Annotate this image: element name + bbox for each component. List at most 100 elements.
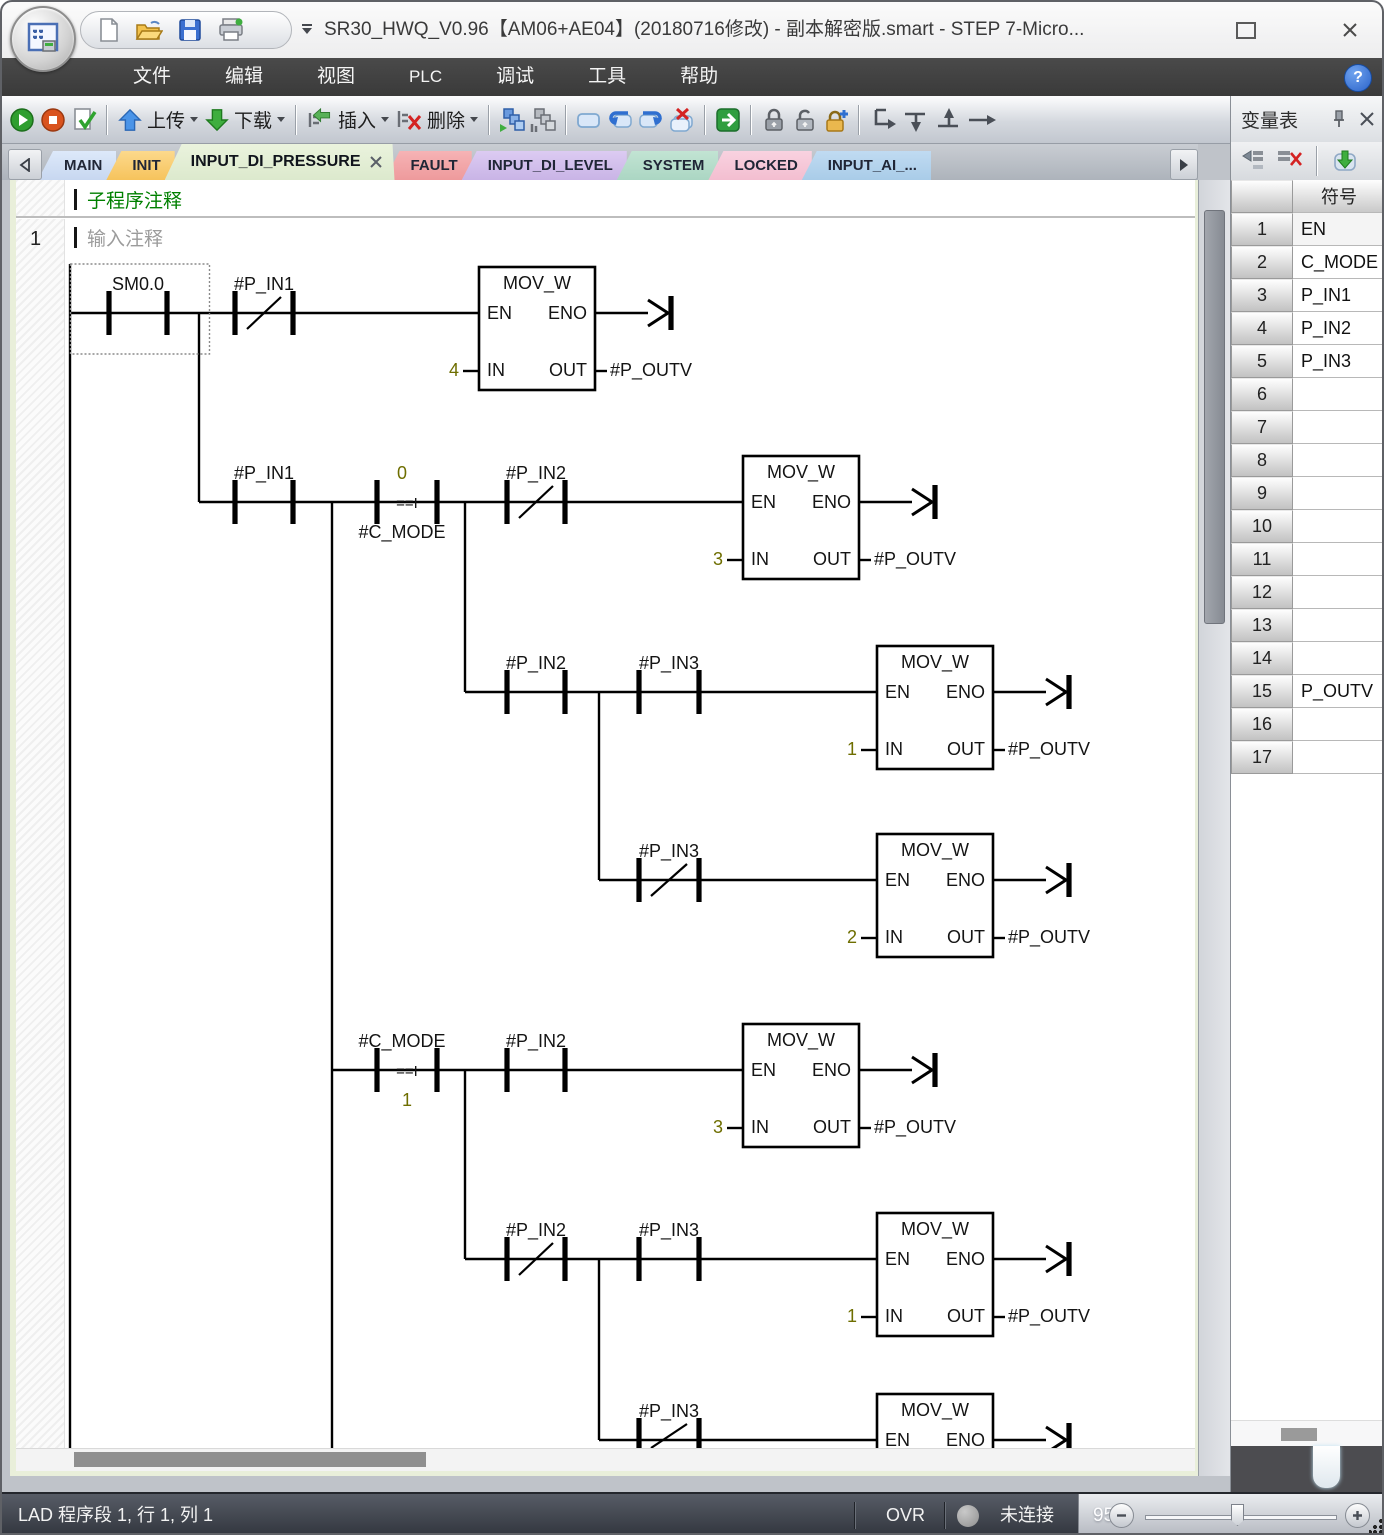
table-row[interactable]: 14 xyxy=(1231,642,1384,675)
bookmark-icon[interactable] xyxy=(575,106,603,134)
table-row[interactable]: 13 xyxy=(1231,609,1384,642)
symbol-cell[interactable] xyxy=(1293,510,1384,543)
zoom-out-button[interactable] xyxy=(1109,1503,1134,1528)
clear-bookmarks-icon[interactable] xyxy=(668,106,696,134)
table-row[interactable]: 17 xyxy=(1231,741,1384,774)
contact-sm0.0[interactable]: SM0.0 xyxy=(109,274,167,335)
symbol-cell[interactable]: C_MODE xyxy=(1293,246,1384,279)
table-row[interactable]: 4P_IN2 xyxy=(1231,312,1384,345)
symbol-cell[interactable] xyxy=(1293,708,1384,741)
tab-scroll-left-button[interactable] xyxy=(8,149,42,180)
pou-blocks-icon[interactable] xyxy=(498,106,526,134)
tab-input-ai[interactable]: INPUT_AI_... xyxy=(802,151,931,180)
tab-init[interactable]: INIT xyxy=(106,151,174,180)
goto-icon[interactable] xyxy=(714,106,742,134)
symbol-cell[interactable]: P_IN1 xyxy=(1293,279,1384,312)
contact-p-in2-no[interactable]: #P_IN2 xyxy=(506,653,566,714)
table-row[interactable]: 7 xyxy=(1231,411,1384,444)
prev-bookmark-icon[interactable] xyxy=(606,106,634,134)
table-row[interactable]: 12 xyxy=(1231,576,1384,609)
symbol-cell[interactable] xyxy=(1293,477,1384,510)
upload-button[interactable]: 上传 xyxy=(116,106,200,133)
mov-w-box[interactable]: MOV_W EN ENO IN OUT 1 #P_OUTV xyxy=(847,646,1090,769)
menu-debug[interactable]: 调试 xyxy=(469,58,561,96)
menu-tools[interactable]: 工具 xyxy=(561,58,653,96)
download-dropdown-icon[interactable] xyxy=(277,117,285,122)
symbol-cell[interactable] xyxy=(1293,642,1384,675)
stop-button[interactable] xyxy=(39,106,67,134)
subroutine-comment[interactable]: 子程序注释 xyxy=(74,186,182,213)
tab-locked[interactable]: LOCKED xyxy=(708,151,811,180)
help-icon[interactable]: ? xyxy=(1344,64,1372,92)
mov-w-box[interactable]: MOV_W EN ENO IN OUT 2 #P_OUTV xyxy=(847,834,1090,957)
tab-input-di-level[interactable]: INPUT_DI_LEVEL xyxy=(462,151,627,180)
menu-help[interactable]: 帮助 xyxy=(653,58,745,96)
menu-view[interactable]: 视图 xyxy=(290,58,382,96)
symbol-cell[interactable]: P_IN3 xyxy=(1293,345,1384,378)
panel-scroll-thumb[interactable] xyxy=(1281,1428,1317,1441)
tab-main[interactable]: MAIN xyxy=(38,151,116,180)
horizontal-scroll-thumb[interactable] xyxy=(74,1452,426,1467)
ladder-canvas[interactable]: 1 子程序注释 输入注释 xyxy=(16,180,1195,1448)
insert-row-icon[interactable] xyxy=(1239,148,1267,174)
table-row[interactable]: 11 xyxy=(1231,543,1384,576)
panel-slider-handle[interactable] xyxy=(1313,1446,1340,1488)
upload-dropdown-icon[interactable] xyxy=(190,117,198,122)
symbol-cell[interactable] xyxy=(1293,543,1384,576)
line-up-tool-icon[interactable] xyxy=(901,106,931,134)
symbol-cell[interactable] xyxy=(1293,576,1384,609)
line-left-tool-icon[interactable] xyxy=(934,106,964,134)
vertical-scroll-thumb[interactable] xyxy=(1204,210,1225,624)
delete-button[interactable]: 删除 xyxy=(394,106,480,133)
ladder-diagram[interactable]: SM0.0 #P_IN1 MOV_W EN ENO IN OUT xyxy=(64,252,1195,1448)
table-row[interactable]: 1EN xyxy=(1231,213,1384,246)
delete-dropdown-icon[interactable] xyxy=(470,117,478,122)
contact-p-in1-no[interactable]: #P_IN1 xyxy=(234,463,294,524)
insert-dropdown-icon[interactable] xyxy=(381,117,389,122)
pin-icon[interactable] xyxy=(1328,108,1350,130)
tab-fault[interactable]: FAULT xyxy=(385,151,472,180)
download-button[interactable]: 下载 xyxy=(203,106,287,133)
contact-p-in2-nc[interactable]: #P_IN2 xyxy=(506,1220,566,1281)
tab-scroll-right-button[interactable] xyxy=(1170,149,1198,180)
table-row[interactable]: 9 xyxy=(1231,477,1384,510)
download-table-icon[interactable] xyxy=(1331,148,1359,174)
table-row[interactable]: 15P_OUTV xyxy=(1231,675,1384,708)
unlock-icon[interactable] xyxy=(791,106,819,134)
new-file-icon[interactable] xyxy=(97,17,121,43)
contact-p-in3-no[interactable]: #P_IN3 xyxy=(639,1220,699,1281)
run-button[interactable] xyxy=(8,106,36,134)
tab-close-icon[interactable] xyxy=(361,155,387,169)
insert-button[interactable]: 插入 xyxy=(305,106,391,133)
delete-row-icon[interactable] xyxy=(1275,148,1303,174)
panel-close-icon[interactable] xyxy=(1356,108,1378,130)
symbol-cell[interactable]: P_IN2 xyxy=(1293,312,1384,345)
customize-quick-access-icon[interactable] xyxy=(302,24,312,34)
table-row[interactable]: 6 xyxy=(1231,378,1384,411)
editor-horizontal-scrollbar[interactable] xyxy=(16,1448,1195,1471)
contact-p-in3-no[interactable]: #P_IN3 xyxy=(639,653,699,714)
menu-plc[interactable]: PLC xyxy=(382,58,469,96)
contact-p-in1-nc[interactable]: #P_IN1 xyxy=(234,274,294,335)
editor-vertical-scrollbar[interactable] xyxy=(1198,180,1230,1476)
line-right-tool-icon[interactable] xyxy=(967,106,997,134)
mov-w-box[interactable]: MOV_W EN ENO xyxy=(877,1394,993,1448)
app-menu-button[interactable] xyxy=(10,6,76,72)
mov-w-box[interactable]: MOV_W EN ENO IN OUT 3 #P_OUTV xyxy=(713,1024,956,1147)
symbol-cell[interactable]: EN xyxy=(1293,213,1384,246)
resize-grip[interactable] xyxy=(1369,1519,1383,1533)
contact-p-in2-no[interactable]: #P_IN2 xyxy=(506,1031,566,1092)
tab-input-di-pressure[interactable]: INPUT_DI_PRESSURE xyxy=(165,144,395,180)
zoom-slider-thumb[interactable] xyxy=(1231,1504,1244,1526)
symbol-cell[interactable] xyxy=(1293,378,1384,411)
table-row[interactable]: 5P_IN3 xyxy=(1231,345,1384,378)
mov-w-box[interactable]: MOV_W EN ENO IN OUT 1 #P_OUTV xyxy=(847,1213,1090,1336)
zoom-in-button[interactable] xyxy=(1345,1503,1370,1528)
menu-file[interactable]: 文件 xyxy=(106,58,198,96)
lock-add-icon[interactable] xyxy=(822,106,850,134)
open-file-icon[interactable] xyxy=(135,17,163,43)
compile-button[interactable] xyxy=(70,106,98,134)
contact-p-in2-nc[interactable]: #P_IN2 xyxy=(506,463,566,524)
lock-icon[interactable] xyxy=(760,106,788,134)
menu-edit[interactable]: 编辑 xyxy=(198,58,290,96)
